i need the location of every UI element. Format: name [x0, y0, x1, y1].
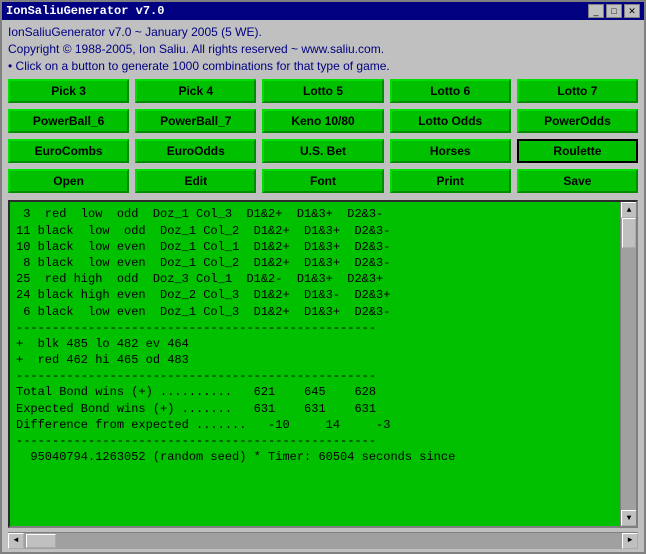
lotto-odds-button[interactable]: Lotto Odds	[390, 109, 511, 133]
edit-button[interactable]: Edit	[135, 169, 256, 193]
save-button[interactable]: Save	[517, 169, 638, 193]
pick3-button[interactable]: Pick 3	[8, 79, 129, 103]
title-bar: IonSaliuGenerator v7.0 _ □ ✕	[2, 2, 644, 20]
print-button[interactable]: Print	[390, 169, 511, 193]
scroll-thumb-vertical[interactable]	[622, 218, 636, 248]
scroll-left-button[interactable]: ◄	[8, 533, 24, 549]
header-line1: IonSaliuGenerator v7.0 ~ January 2005 (5…	[8, 24, 638, 41]
lotto7-button[interactable]: Lotto 7	[517, 79, 638, 103]
button-row-3: EuroCombs EuroOdds U.S. Bet Horses Roule…	[2, 136, 644, 166]
header-section: IonSaliuGenerator v7.0 ~ January 2005 (5…	[2, 20, 644, 76]
title-bar-text: IonSaliuGenerator v7.0	[6, 4, 164, 18]
vertical-scrollbar: ▲ ▼	[620, 202, 636, 526]
output-area: 3 red low odd Doz_1 Col_3 D1&2+ D1&3+ D2…	[8, 200, 638, 528]
maximize-button[interactable]: □	[606, 4, 622, 18]
horses-button[interactable]: Horses	[390, 139, 511, 163]
main-window: IonSaliuGenerator v7.0 _ □ ✕ IonSaliuGen…	[0, 0, 646, 554]
keno-button[interactable]: Keno 10/80	[262, 109, 383, 133]
header-line2: Copyright © 1988-2005, Ion Saliu. All ri…	[8, 41, 638, 58]
lotto6-button[interactable]: Lotto 6	[390, 79, 511, 103]
close-button[interactable]: ✕	[624, 4, 640, 18]
pick4-button[interactable]: Pick 4	[135, 79, 256, 103]
euro-odds-button[interactable]: EuroOdds	[135, 139, 256, 163]
button-row-2: PowerBall_6 PowerBall_7 Keno 10/80 Lotto…	[2, 106, 644, 136]
scroll-thumb-horizontal[interactable]	[26, 534, 56, 548]
scroll-track-horizontal[interactable]	[24, 533, 622, 549]
button-row-4: Open Edit Font Print Save	[2, 166, 644, 196]
roulette-button[interactable]: Roulette	[517, 139, 638, 163]
powerball7-button[interactable]: PowerBall_7	[135, 109, 256, 133]
title-bar-controls: _ □ ✕	[588, 4, 640, 18]
header-line3: • Click on a button to generate 1000 com…	[8, 58, 638, 75]
scroll-right-button[interactable]: ►	[622, 533, 638, 549]
open-button[interactable]: Open	[8, 169, 129, 193]
power-odds-button[interactable]: PowerOdds	[517, 109, 638, 133]
scroll-down-button[interactable]: ▼	[621, 510, 637, 526]
scroll-track-vertical[interactable]	[621, 218, 636, 510]
horizontal-scrollbar: ◄ ►	[8, 532, 638, 548]
button-row-1: Pick 3 Pick 4 Lotto 5 Lotto 6 Lotto 7	[2, 76, 644, 106]
scroll-up-button[interactable]: ▲	[621, 202, 637, 218]
powerball6-button[interactable]: PowerBall_6	[8, 109, 129, 133]
font-button[interactable]: Font	[262, 169, 383, 193]
euro-combs-button[interactable]: EuroCombs	[8, 139, 129, 163]
us-bet-button[interactable]: U.S. Bet	[262, 139, 383, 163]
lotto5-button[interactable]: Lotto 5	[262, 79, 383, 103]
minimize-button[interactable]: _	[588, 4, 604, 18]
output-text: 3 red low odd Doz_1 Col_3 D1&2+ D1&3+ D2…	[10, 202, 620, 526]
